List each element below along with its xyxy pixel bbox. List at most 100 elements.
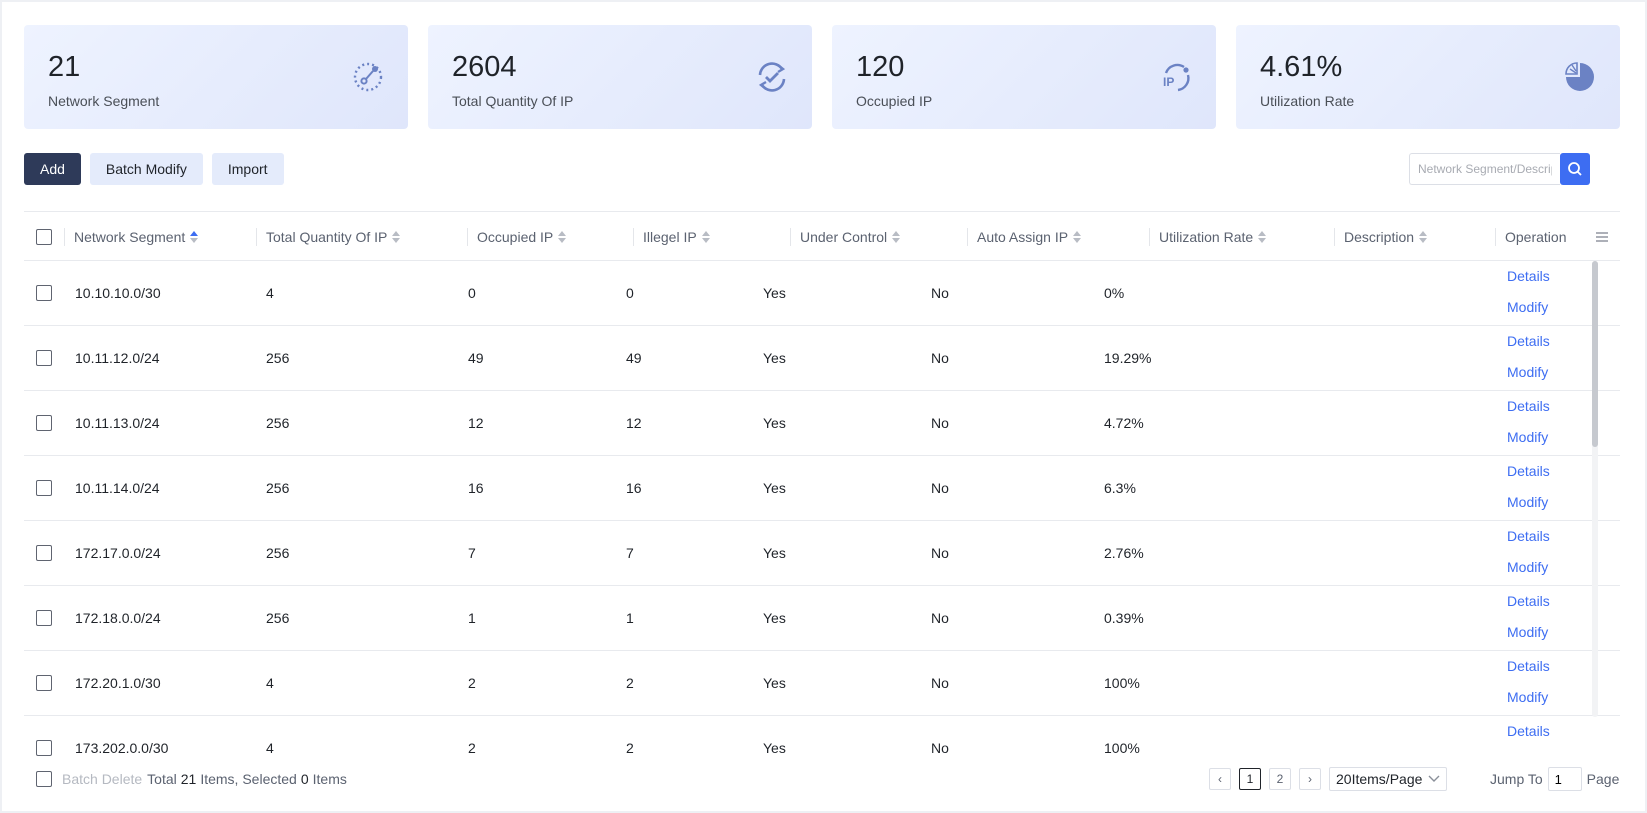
cell-occupied: 1 bbox=[468, 610, 476, 626]
page-label: Page bbox=[1586, 771, 1620, 787]
ip-management-page: 21 Network Segment 2604 Total Quantity O… bbox=[2, 2, 1645, 811]
modify-link[interactable]: Modify bbox=[1507, 688, 1550, 706]
table-row[interactable]: 10.11.14.0/24 256 16 16 Yes No 6.3% Details Modi… bbox=[24, 456, 1620, 521]
table-row[interactable]: 172.17.0.0/24 256 7 7 Yes No 2.76% Details Modif… bbox=[24, 521, 1620, 586]
column-label: Total Quantity Of IP bbox=[266, 228, 388, 245]
cell-control: Yes bbox=[763, 675, 786, 691]
cell-illegal: 49 bbox=[626, 350, 642, 366]
jump-page-input[interactable] bbox=[1547, 767, 1582, 791]
table-row[interactable]: 172.20.1.0/30 4 2 2 Yes No 100% Details Modify bbox=[24, 651, 1620, 716]
details-link[interactable]: Details bbox=[1507, 462, 1550, 480]
table-footer: Batch Delete Total 21 Items, Selected 0 … bbox=[24, 762, 1620, 796]
cell-illegal: 16 bbox=[626, 480, 642, 496]
sort-icon[interactable] bbox=[1419, 230, 1428, 243]
sort-icon[interactable] bbox=[190, 230, 199, 243]
details-link[interactable]: Details bbox=[1507, 657, 1550, 675]
footer-summary: Batch Delete Total 21 Items, Selected 0 … bbox=[36, 771, 347, 787]
pie-chart-icon bbox=[1565, 62, 1594, 91]
row-checkbox[interactable] bbox=[36, 675, 52, 691]
row-select-cell bbox=[36, 326, 52, 390]
footer-select-all-checkbox[interactable] bbox=[36, 771, 52, 787]
sort-icon[interactable] bbox=[392, 230, 401, 243]
cell-rate: 2.76% bbox=[1104, 545, 1144, 561]
cell-control: Yes bbox=[763, 285, 786, 301]
column-header-network-segment[interactable]: Network Segment bbox=[64, 212, 199, 261]
details-link[interactable]: Details bbox=[1507, 527, 1550, 545]
stat-cards: 21 Network Segment 2604 Total Quantity O… bbox=[24, 25, 1620, 129]
import-button[interactable]: Import bbox=[211, 153, 284, 185]
cell-rate: 6.3% bbox=[1104, 480, 1136, 496]
column-header-illegal-ip[interactable]: Illegel IP bbox=[633, 212, 710, 261]
row-checkbox[interactable] bbox=[36, 350, 52, 366]
select-all-checkbox[interactable] bbox=[36, 228, 52, 245]
row-select-cell bbox=[36, 586, 52, 650]
batch-delete-button[interactable]: Batch Delete bbox=[62, 771, 142, 787]
search-input[interactable] bbox=[1409, 153, 1560, 185]
page-size-value: 20Items/Page bbox=[1336, 771, 1423, 787]
column-header-total-ip[interactable]: Total Quantity Of IP bbox=[256, 212, 401, 261]
cell-control: Yes bbox=[763, 415, 786, 431]
modify-link[interactable]: Modify bbox=[1507, 623, 1550, 641]
column-settings-menu[interactable] bbox=[1595, 212, 1609, 261]
modify-link[interactable]: Modify bbox=[1507, 428, 1550, 446]
refresh-check-icon bbox=[758, 62, 786, 92]
details-link[interactable]: Details bbox=[1507, 332, 1550, 350]
details-link[interactable]: Details bbox=[1507, 722, 1550, 740]
table-row[interactable]: 10.11.12.0/24 256 49 49 Yes No 19.29% Details Mo… bbox=[24, 326, 1620, 391]
modify-link[interactable]: Modify bbox=[1507, 753, 1550, 757]
row-checkbox[interactable] bbox=[36, 740, 52, 756]
row-checkbox[interactable] bbox=[36, 415, 52, 431]
modify-link[interactable]: Modify bbox=[1507, 363, 1550, 381]
row-checkbox[interactable] bbox=[36, 545, 52, 561]
batch-modify-button[interactable]: Batch Modify bbox=[89, 153, 203, 185]
column-header-utilization-rate[interactable]: Utilization Rate bbox=[1149, 212, 1267, 261]
stat-label: Utilization Rate bbox=[1260, 93, 1355, 109]
sort-icon[interactable] bbox=[1073, 230, 1082, 243]
row-checkbox[interactable] bbox=[36, 610, 52, 626]
jump-to-page: Jump To Page bbox=[1490, 767, 1619, 791]
row-checkbox[interactable] bbox=[36, 480, 52, 496]
search-button[interactable] bbox=[1560, 153, 1590, 185]
next-page-button[interactable]: › bbox=[1299, 768, 1321, 790]
page-size-select[interactable]: 20Items/Page bbox=[1329, 767, 1448, 791]
row-checkbox[interactable] bbox=[36, 285, 52, 301]
table-header: Network Segment Total Quantity Of IP Occ… bbox=[24, 211, 1620, 261]
table-row[interactable]: 173.202.0.0/30 4 2 2 Yes No 100% Details Modify bbox=[24, 716, 1620, 757]
table-row[interactable]: 172.18.0.0/24 256 1 1 Yes No 0.39% Details Modif… bbox=[24, 586, 1620, 651]
search-icon bbox=[1568, 162, 1582, 176]
stat-value: 2604 bbox=[452, 51, 517, 83]
sort-icon[interactable] bbox=[1258, 230, 1267, 243]
prev-page-button[interactable]: ‹ bbox=[1209, 768, 1231, 790]
details-link[interactable]: Details bbox=[1507, 397, 1550, 415]
details-link[interactable]: Details bbox=[1507, 267, 1550, 285]
cell-auto: No bbox=[931, 740, 949, 756]
table-scrollbar[interactable] bbox=[1592, 261, 1598, 717]
modify-link[interactable]: Modify bbox=[1507, 493, 1550, 511]
page-button-1[interactable]: 1 bbox=[1239, 768, 1261, 790]
sort-icon[interactable] bbox=[558, 230, 567, 243]
cell-auto: No bbox=[931, 480, 949, 496]
details-link[interactable]: Details bbox=[1507, 592, 1550, 610]
sort-icon[interactable] bbox=[701, 230, 710, 243]
cell-segment: 172.20.1.0/30 bbox=[75, 675, 161, 691]
column-header-description[interactable]: Description bbox=[1334, 212, 1428, 261]
cell-illegal: 1 bbox=[626, 610, 634, 626]
modify-link[interactable]: Modify bbox=[1507, 298, 1550, 316]
modify-link[interactable]: Modify bbox=[1507, 558, 1550, 576]
row-select-cell bbox=[36, 521, 52, 585]
table-row[interactable]: 10.10.10.0/30 4 0 0 Yes No 0% Details Modify bbox=[24, 261, 1620, 326]
column-divider bbox=[256, 228, 257, 246]
row-select-cell bbox=[36, 261, 52, 325]
column-header-auto-assign-ip[interactable]: Auto Assign IP bbox=[967, 212, 1082, 261]
table-row[interactable]: 10.11.13.0/24 256 12 12 Yes No 4.72% Details Mod… bbox=[24, 391, 1620, 456]
column-header-under-control[interactable]: Under Control bbox=[790, 212, 901, 261]
page-button-2[interactable]: 2 bbox=[1269, 768, 1291, 790]
sort-icon[interactable] bbox=[892, 230, 901, 243]
add-button[interactable]: Add bbox=[24, 153, 81, 185]
cell-control: Yes bbox=[763, 740, 786, 756]
cell-control: Yes bbox=[763, 545, 786, 561]
scrollbar-thumb[interactable] bbox=[1592, 261, 1598, 447]
column-header-occupied-ip[interactable]: Occupied IP bbox=[467, 212, 567, 261]
column-header-operation: Operation bbox=[1495, 212, 1566, 261]
chevron-left-icon: ‹ bbox=[1218, 772, 1222, 786]
